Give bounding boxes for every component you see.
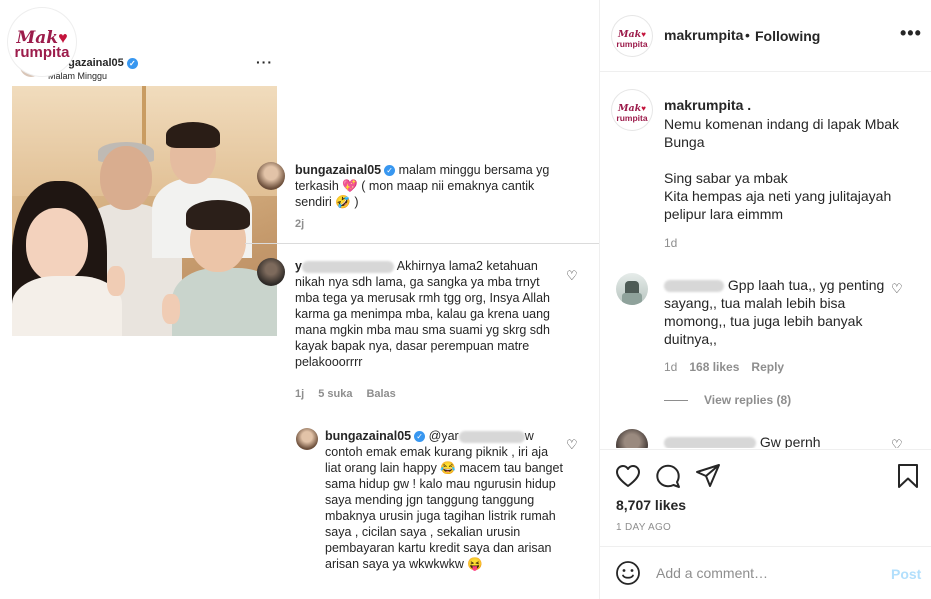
makrumpita-logo-watermark: Mak♥ rumpita bbox=[8, 8, 76, 76]
inner-comment-3: bungazainal05 ✓ @yar w contoh emak emak ku… bbox=[325, 428, 563, 572]
lips-icon: ♥ bbox=[641, 30, 646, 39]
post-date[interactable]: 1 DAY AGO bbox=[616, 522, 671, 533]
post-sidebar: Mak♥ rumpita makrumpita • Following ••• … bbox=[600, 0, 931, 599]
photo-person-figure bbox=[100, 146, 152, 210]
photo-hand bbox=[162, 294, 180, 324]
author-username[interactable]: makrumpita bbox=[664, 27, 743, 43]
blurred-username bbox=[664, 437, 756, 448]
view-replies-button[interactable]: View replies (8) bbox=[664, 393, 791, 407]
inner-comment-avatar bbox=[296, 428, 318, 450]
heart-icon: ♡ bbox=[566, 437, 578, 452]
author-avatar[interactable]: Mak♥ rumpita bbox=[612, 16, 652, 56]
caption-username[interactable]: makrumpita . bbox=[664, 97, 751, 113]
inner-comment-reply: Balas bbox=[366, 388, 396, 400]
like-heart-icon[interactable] bbox=[614, 462, 642, 490]
following-button[interactable]: Following bbox=[755, 28, 820, 44]
inner-comment-1-meta: 2j bbox=[295, 218, 318, 230]
verified-icon: ✓ bbox=[384, 165, 396, 177]
inner-comment-time: 2j bbox=[295, 218, 305, 230]
more-options-icon[interactable]: ••• bbox=[900, 24, 922, 42]
heart-icon: ♡ bbox=[566, 268, 578, 283]
share-paper-plane-icon[interactable] bbox=[694, 462, 722, 490]
inner-comment-avatar bbox=[257, 258, 285, 286]
logo-rumpita: rumpita bbox=[14, 44, 70, 61]
inner-comment-username-visible: y bbox=[295, 259, 302, 273]
caption-avatar[interactable]: Mak♥ rumpita bbox=[612, 90, 652, 130]
makrumpita-logo: Mak♥ rumpita bbox=[8, 8, 76, 61]
inner-comment-likes: 5 suka bbox=[318, 388, 353, 400]
logo-rumpita: rumpita bbox=[616, 113, 648, 123]
replies-line bbox=[664, 400, 688, 402]
comment-body: Gpp laah tua,, yg penting sayang,, tua m… bbox=[664, 276, 894, 348]
inner-comment-text: contoh emak emak kurang piknik , iri aja… bbox=[325, 445, 563, 571]
photo-person-figure bbox=[186, 200, 250, 230]
comment-avatar[interactable] bbox=[616, 429, 648, 448]
comment-likes[interactable]: 168 likes bbox=[689, 360, 739, 374]
inner-comment-avatar bbox=[257, 162, 285, 190]
blurred-username bbox=[301, 260, 394, 273]
emoji-smile-icon[interactable] bbox=[614, 559, 642, 587]
post-comment-button[interactable]: Post bbox=[891, 566, 921, 582]
inner-comment-username: bungazainal05 bbox=[295, 163, 382, 177]
comment-time[interactable]: 1d bbox=[664, 360, 677, 374]
inner-comment-2-meta: 1j 5 suka Balas bbox=[295, 388, 410, 400]
comment-avatar[interactable] bbox=[616, 273, 648, 305]
photo-person-figure bbox=[166, 122, 220, 148]
header-separator: • bbox=[745, 27, 750, 43]
comment-meta: 1d 168 likes Reply bbox=[664, 360, 796, 374]
add-comment-input[interactable] bbox=[656, 560, 876, 586]
comment-reply-button[interactable]: Reply bbox=[751, 360, 784, 374]
inner-comment-2: y Akhirnya lama2 ketahuan nikah nya sdh … bbox=[295, 258, 557, 370]
makrumpita-logo: Mak♥ rumpita bbox=[612, 16, 652, 49]
inner-comment-mention-end: w bbox=[524, 429, 534, 443]
verified-icon: ✓ bbox=[126, 57, 138, 69]
lips-icon: ♥ bbox=[641, 104, 646, 113]
instagram-post-view: bungazainal05 ✓ Malam Minggu ··· Mak♥ ru… bbox=[0, 0, 931, 599]
inner-comment-time: 1j bbox=[295, 388, 305, 400]
photo-person-figure bbox=[26, 208, 88, 282]
add-comment-bar: Post bbox=[600, 546, 931, 599]
caption-text: Nemu komenan indang di lapak Mbak Bunga … bbox=[664, 116, 900, 222]
family-photo bbox=[12, 86, 277, 336]
blurred-mention bbox=[458, 430, 525, 443]
inner-divider bbox=[245, 243, 599, 244]
photo-person-figure bbox=[12, 276, 122, 336]
inner-comment-username: bungazainal05 bbox=[325, 429, 412, 443]
photo-hand bbox=[107, 266, 125, 296]
comment-bubble-icon[interactable] bbox=[654, 462, 682, 490]
inner-comment-mention-start: @yar bbox=[428, 429, 459, 443]
blurred-username bbox=[664, 280, 724, 293]
view-replies-label: View replies (8) bbox=[704, 393, 792, 407]
logo-rumpita: rumpita bbox=[616, 39, 648, 49]
avatar-image bbox=[622, 281, 642, 305]
likes-count[interactable]: 8,707 likes bbox=[616, 497, 686, 513]
caption-time[interactable]: 1d bbox=[664, 236, 677, 250]
comments-scroll-area[interactable]: Mak♥ rumpita makrumpita . Nemu komenan i… bbox=[600, 73, 931, 448]
comment-body: Gw pernh bbox=[664, 433, 894, 448]
inner-comment-text-line1: Akhirnya lama2 bbox=[396, 259, 483, 273]
save-bookmark-icon[interactable] bbox=[894, 462, 922, 490]
comment-text: Gw pernh bbox=[759, 434, 821, 448]
post-header: Mak♥ rumpita makrumpita • Following ••• bbox=[600, 0, 931, 72]
inner-more-icon: ··· bbox=[256, 54, 273, 70]
post-actions: 8,707 likes 1 DAY AGO bbox=[600, 449, 931, 545]
makrumpita-logo: Mak♥ rumpita bbox=[612, 90, 652, 123]
like-comment-icon[interactable]: ♡ bbox=[891, 281, 903, 297]
inner-comment-text: ketahuan nikah nya sdh lama, ga sangka y… bbox=[295, 259, 551, 369]
post-image[interactable]: bungazainal05 ✓ Malam Minggu ··· Mak♥ ru… bbox=[0, 0, 600, 599]
inner-comment-1: bungazainal05 ✓ malam minggu bersama yg t… bbox=[295, 162, 563, 210]
like-comment-icon[interactable]: ♡ bbox=[891, 437, 903, 448]
verified-icon: ✓ bbox=[414, 431, 426, 443]
